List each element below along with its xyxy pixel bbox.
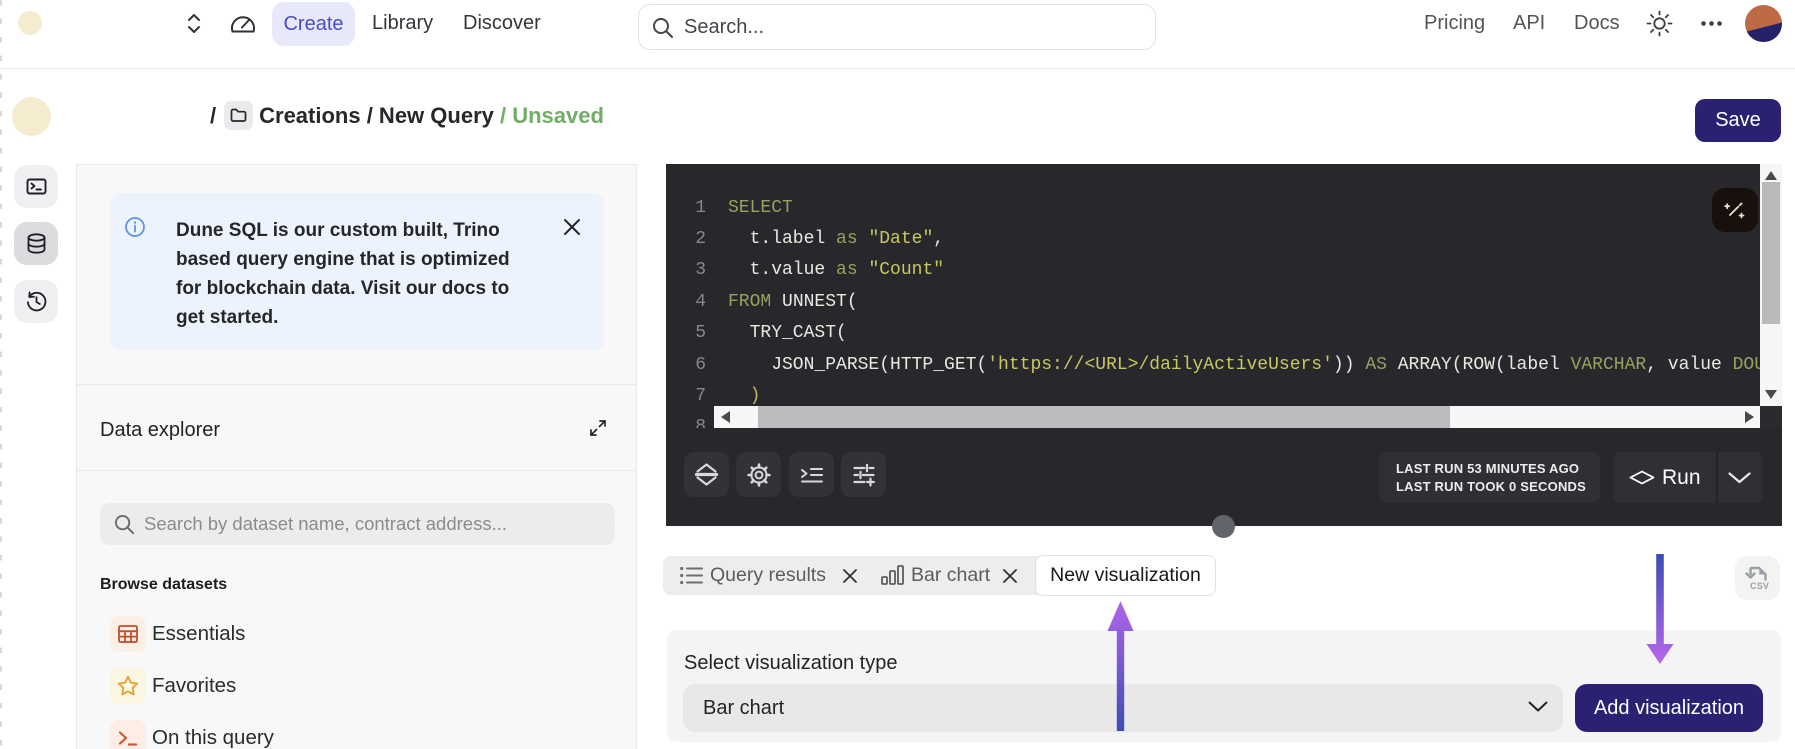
svg-text:CSV: CSV [1750, 581, 1769, 591]
